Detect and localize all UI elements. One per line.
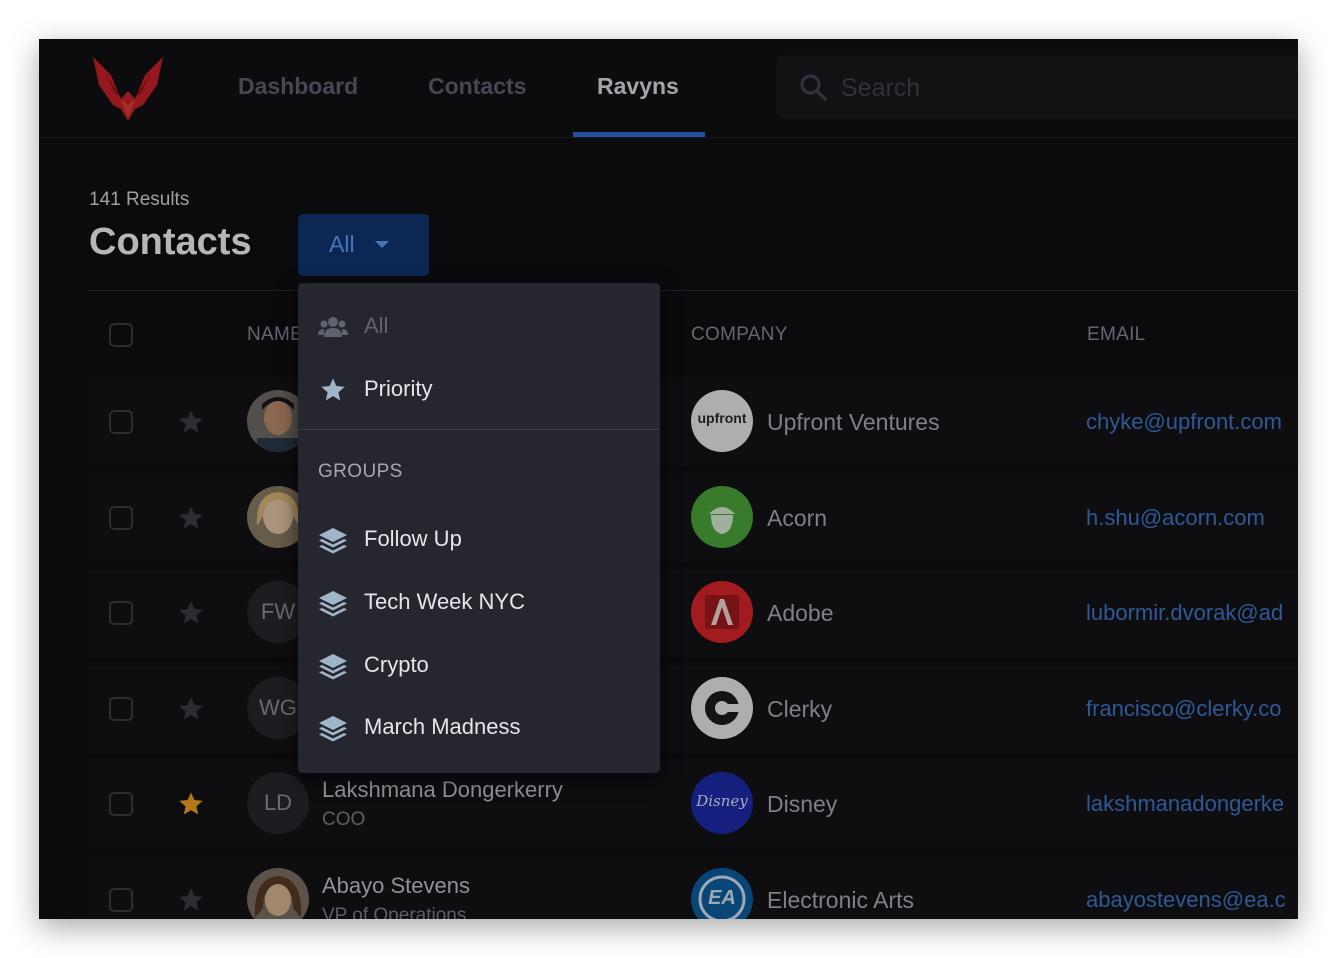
star-icon-active[interactable] [177, 790, 205, 818]
dropdown-item-label: Follow Up [364, 526, 462, 551]
company-logo: Disney [691, 772, 753, 834]
dropdown-divider [298, 429, 660, 430]
acorn-icon [709, 507, 735, 534]
star-icon[interactable] [177, 886, 205, 914]
dropdown-item-label: Priority [364, 376, 433, 401]
search-bar[interactable] [777, 55, 1298, 119]
star-icon[interactable] [177, 408, 205, 436]
header-divider [88, 290, 1298, 291]
clerky-icon [705, 691, 741, 725]
company-logo-text: EA [708, 887, 736, 909]
ravyn-logo-icon[interactable] [91, 55, 165, 123]
row-checkbox[interactable] [109, 888, 133, 912]
select-all-checkbox[interactable] [109, 323, 133, 347]
company-logo [691, 581, 753, 643]
email-link[interactable]: h.shu@acorn.com [1086, 505, 1265, 531]
app-window: Dashboard Contacts Ravyns 141 Results Co… [39, 39, 1298, 919]
star-icon[interactable] [177, 695, 205, 723]
company-name: Disney [767, 791, 838, 817]
nav-tab-dashboard[interactable]: Dashboard [238, 73, 358, 100]
layers-icon [319, 654, 347, 680]
row-checkbox[interactable] [109, 697, 133, 721]
contact-name[interactable]: Lakshmana Dongerkerry [322, 777, 563, 803]
company-name: Upfront Ventures [767, 409, 940, 435]
company-name: Electronic Arts [767, 887, 914, 913]
email-link[interactable]: abayostevens@ea.c [1086, 887, 1286, 913]
filter-button-label: All [329, 231, 355, 257]
company-logo [691, 486, 753, 548]
top-nav-bar: Dashboard Contacts Ravyns [39, 39, 1298, 138]
email-link[interactable]: lubormir.dvorak@ad [1086, 600, 1283, 626]
dropdown-item-group[interactable]: Crypto [298, 638, 660, 694]
email-link[interactable]: francisco@clerky.co [1086, 696, 1282, 722]
column-header-company[interactable]: COMPANY [691, 324, 788, 346]
dropdown-item-all[interactable]: All [298, 299, 660, 355]
dropdown-item-group[interactable]: March Madness [298, 700, 660, 756]
contact-name[interactable]: Abayo Stevens [322, 873, 470, 899]
adobe-icon [705, 595, 739, 629]
dropdown-item-group[interactable]: Tech Week NYC [298, 575, 660, 631]
email-link[interactable]: lakshmanadongerke [1086, 791, 1284, 817]
dropdown-item-group[interactable]: Follow Up [298, 512, 660, 568]
filter-dropdown-menu: All Priority GROUPS Follow Up Tech Week … [298, 283, 660, 773]
avatar-initials: LD [247, 772, 309, 834]
star-icon [321, 378, 345, 401]
layers-icon [319, 716, 347, 742]
column-header-name[interactable]: NAME [247, 324, 303, 346]
row-checkbox[interactable] [109, 792, 133, 816]
dropdown-item-label: Crypto [364, 652, 429, 677]
company-logo-text: Disney [696, 792, 748, 810]
company-name: Clerky [767, 696, 833, 722]
star-icon[interactable] [177, 599, 205, 627]
search-icon [800, 74, 827, 101]
company-logo-text: upfront [697, 410, 747, 426]
dropdown-item-priority[interactable]: Priority [298, 362, 660, 418]
column-header-email[interactable]: EMAIL [1087, 324, 1146, 346]
results-count: 141 Results [89, 189, 190, 210]
row-checkbox[interactable] [109, 506, 133, 530]
company-logo: upfront [691, 390, 753, 452]
search-input[interactable] [839, 69, 1243, 107]
layers-icon [319, 591, 347, 617]
row-checkbox[interactable] [109, 410, 133, 434]
email-link[interactable]: chyke@upfront.com [1086, 409, 1282, 435]
group-icon [318, 317, 348, 337]
row-checkbox[interactable] [109, 601, 133, 625]
page-title: Contacts [89, 221, 252, 263]
company-name: Adobe [767, 600, 834, 626]
dropdown-item-label: Tech Week NYC [364, 589, 525, 614]
contact-title: VP of Operations [322, 905, 467, 919]
contact-title: COO [322, 809, 366, 830]
dropdown-item-label: March Madness [364, 714, 521, 739]
dropdown-section-header: GROUPS [318, 461, 403, 482]
active-tab-indicator [573, 132, 705, 137]
nav-tab-ravyns[interactable]: Ravyns [597, 73, 679, 100]
star-icon[interactable] [177, 504, 205, 532]
dropdown-item-label: All [364, 313, 389, 338]
company-logo [691, 677, 753, 739]
nav-tab-contacts[interactable]: Contacts [428, 73, 526, 100]
layers-icon [319, 528, 347, 554]
filter-dropdown-button[interactable]: All [298, 214, 429, 276]
company-name: Acorn [767, 505, 828, 531]
caret-down-icon [375, 241, 389, 248]
